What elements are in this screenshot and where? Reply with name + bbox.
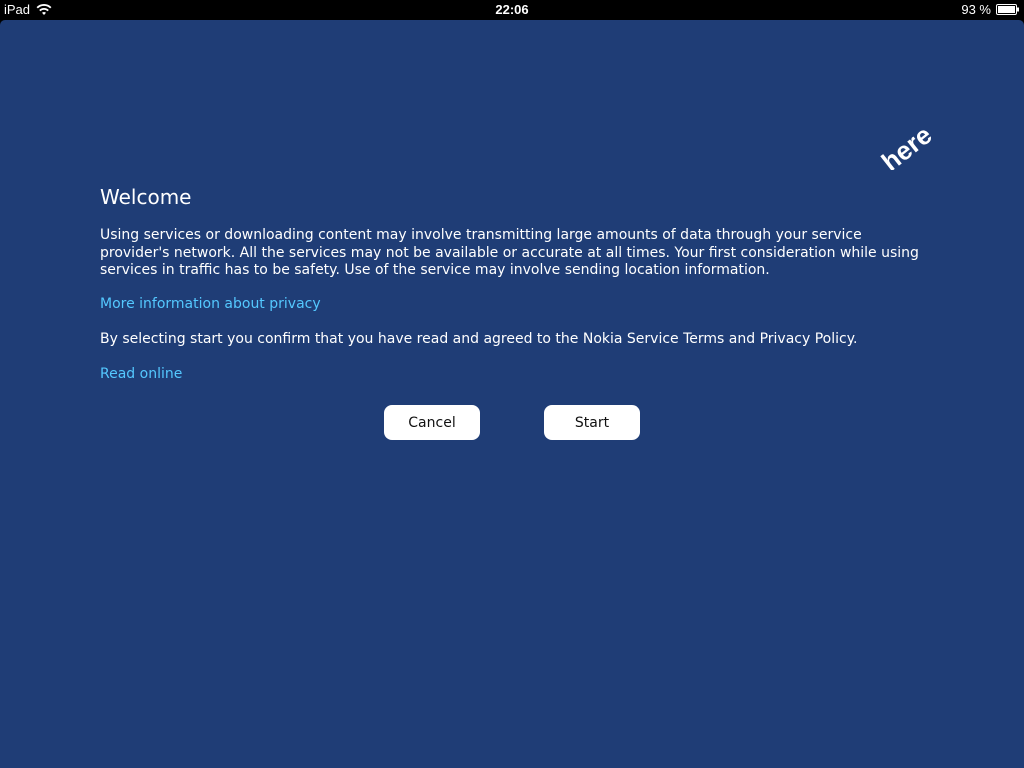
battery-icon [996,4,1019,15]
status-time: 22:06 [495,2,529,17]
status-bar: iPad 22:06 93 % [0,0,1024,20]
app-screen: here Welcome Using services or downloadi… [0,20,1024,768]
welcome-body-text: Using services or downloading content ma… [100,227,919,278]
here-logo: here [876,120,932,170]
cancel-button[interactable]: Cancel [384,405,480,440]
status-right: 93 % [961,2,1020,17]
confirm-text: By selecting start you confirm that you … [100,331,858,347]
read-online-link[interactable]: Read online [100,366,182,382]
privacy-info-link[interactable]: More information about privacy [100,296,321,312]
logo-text: here [876,120,932,170]
welcome-title: Welcome [100,185,192,209]
start-button[interactable]: Start [544,405,640,440]
battery-percent: 93 % [961,2,991,17]
